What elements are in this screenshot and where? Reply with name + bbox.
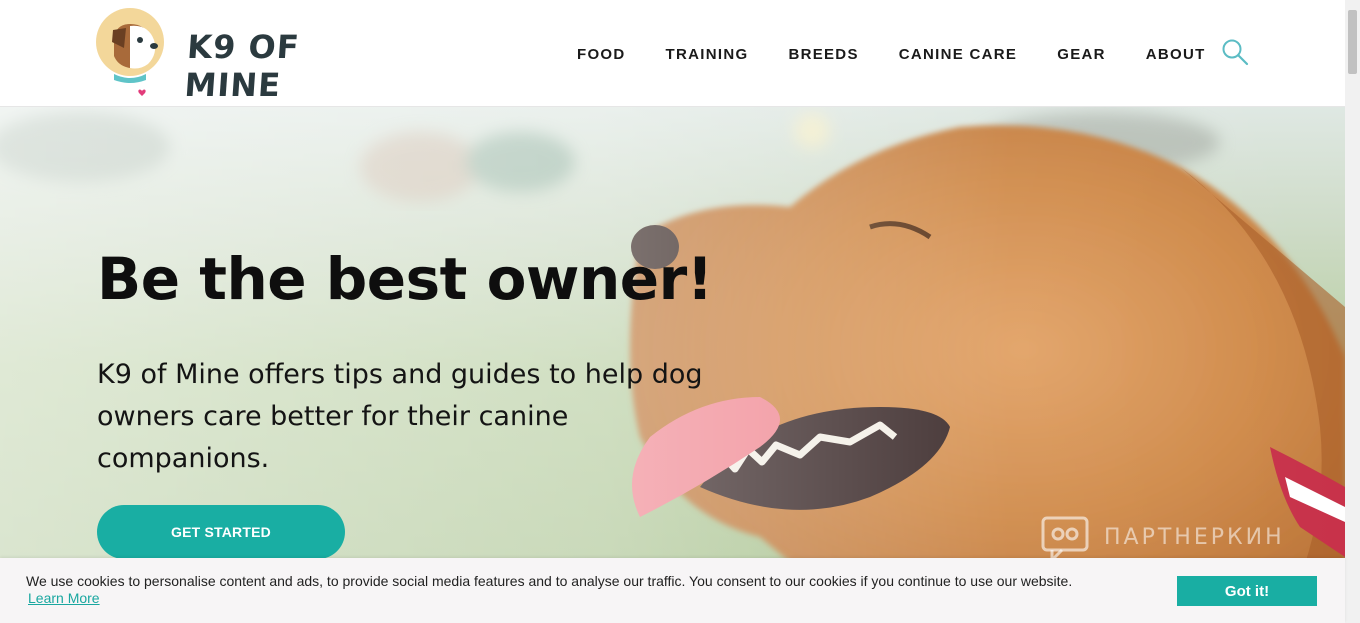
learn-more-link[interactable]: Learn More	[28, 590, 100, 606]
get-started-button[interactable]: GET STARTED	[97, 505, 345, 559]
nav-gear[interactable]: GEAR	[1057, 46, 1106, 63]
nav-canine-care[interactable]: CANINE CARE	[899, 46, 1017, 63]
scrollbar-thumb[interactable]	[1348, 10, 1357, 74]
nav-training[interactable]: TRAINING	[666, 46, 749, 63]
nav-breeds[interactable]: BREEDS	[788, 46, 858, 63]
main-nav: FOOD TRAINING BREEDS CANINE CARE GEAR AB…	[577, 42, 1206, 66]
got-it-button[interactable]: Got it!	[1177, 576, 1317, 606]
hero-title: Be the best owner!	[97, 245, 713, 313]
cookie-banner: We use cookies to personalise content an…	[0, 558, 1345, 623]
site-header: K9 OF MINE FOOD TRAINING BREEDS CANINE C…	[0, 0, 1345, 107]
hero-subtitle: K9 of Mine offers tips and guides to hel…	[97, 359, 703, 474]
logo-text: K9 OF MINE	[183, 28, 301, 104]
hero-section: Be the best owner! K9 of Mine offers tip…	[0, 107, 1345, 623]
nav-about[interactable]: ABOUT	[1146, 46, 1206, 63]
site-logo[interactable]: K9 OF MINE	[96, 8, 346, 104]
watermark: ПАРТНЕРКИН	[1040, 512, 1285, 562]
page-scrollbar[interactable]	[1345, 0, 1360, 623]
search-icon[interactable]	[1221, 38, 1249, 66]
partnerkin-watermark-icon	[1041, 516, 1089, 562]
nav-food[interactable]: FOOD	[577, 46, 626, 63]
dog-logo-icon	[96, 8, 168, 98]
cookie-text: We use cookies to personalise content an…	[26, 573, 1073, 589]
watermark-text: ПАРТНЕРКИН	[1104, 524, 1285, 550]
